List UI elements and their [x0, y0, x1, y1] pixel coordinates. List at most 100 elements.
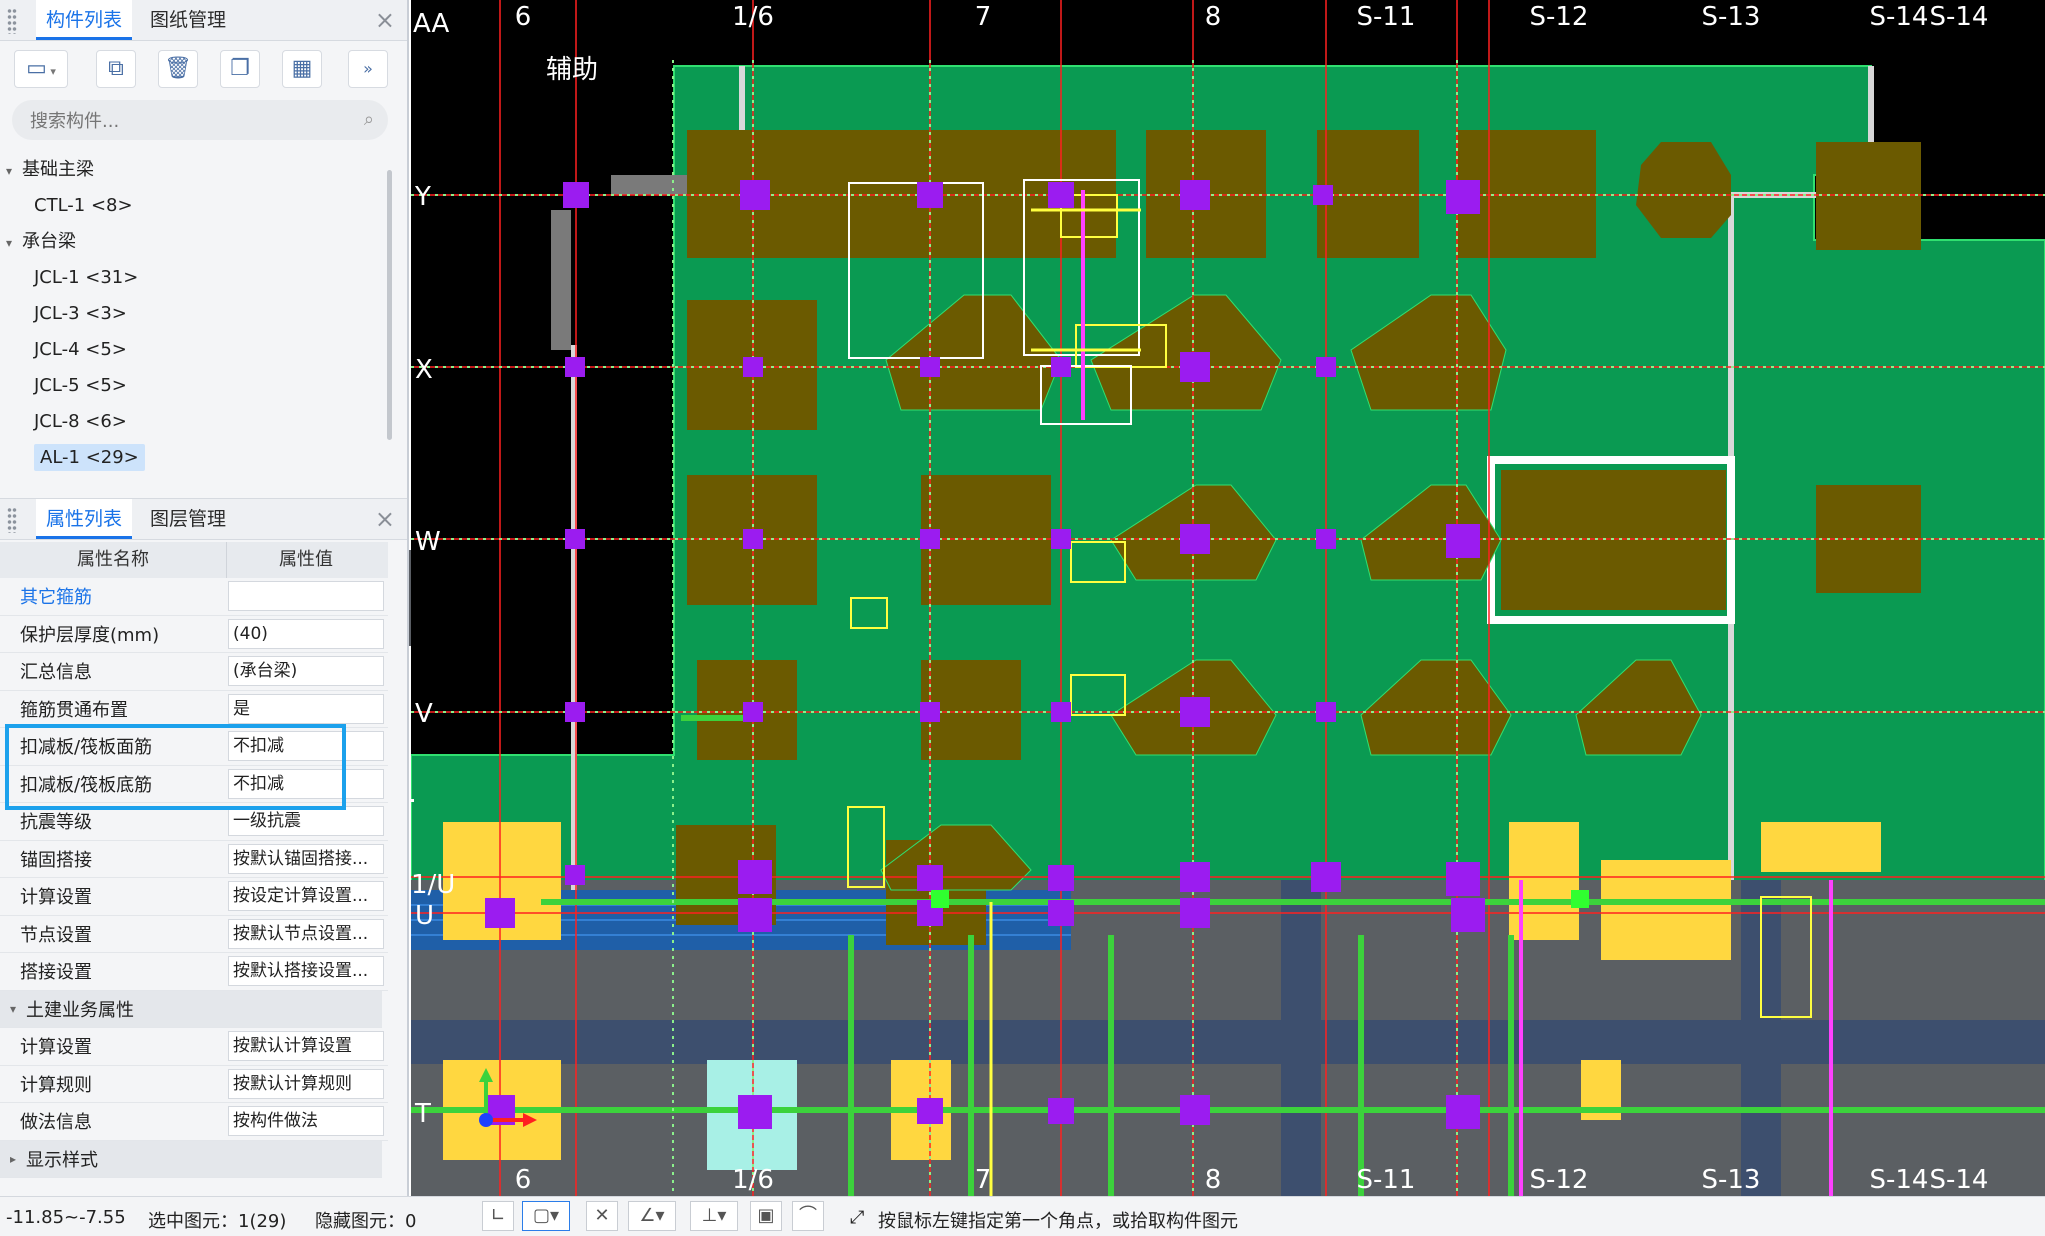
node-marker — [931, 890, 949, 908]
property-group-display[interactable]: ▸ 显示样式 — [0, 1140, 382, 1178]
tree-item[interactable]: JCL-1 <31> — [0, 260, 390, 296]
more-button[interactable]: » — [348, 50, 388, 88]
property-row[interactable]: 节点设置 按默认节点设置... — [0, 916, 388, 953]
property-name: 锚固搭接 — [20, 849, 92, 871]
property-row[interactable]: 汇总信息 (承台梁) — [0, 653, 388, 691]
tree-scrollbar[interactable] — [387, 170, 392, 440]
tab-component-list[interactable]: 构件列表 — [36, 0, 133, 40]
property-row[interactable]: 计算设置 按设定计算设置... — [0, 878, 388, 916]
cad-canvas[interactable]: 6 1/6 7 8 S-11 S-12 S-13 S-14 S-14 6 1/6… — [411, 0, 2045, 1196]
caret-down-icon[interactable]: ▾ — [10, 1002, 16, 1016]
property-value[interactable]: 按默认节点设置... — [228, 918, 384, 949]
property-value[interactable]: 按默认搭接设置... — [228, 956, 384, 987]
duplicate-button[interactable]: ❐ — [220, 50, 260, 88]
angle-snap-icon[interactable]: ∠▾ — [628, 1201, 676, 1231]
property-table-header: 属性名称 属性值 — [0, 542, 388, 578]
display-toggle-icon[interactable]: ▣ — [750, 1201, 782, 1231]
axis-label-side: V — [415, 699, 433, 729]
copy-button[interactable]: ⧉ — [96, 50, 136, 88]
delete-button[interactable]: 🗑 — [158, 50, 198, 88]
property-value[interactable]: 按默认锚固搭接... — [228, 843, 384, 874]
property-row[interactable]: 保护层厚度(mm) (40) — [0, 616, 388, 653]
search-input[interactable] — [28, 100, 352, 142]
top-axis-labels: 6 1/6 7 8 S-11 S-12 S-13 S-14 S-14 — [515, 2, 1989, 32]
property-row[interactable]: 计算设置 按默认计算设置 — [0, 1028, 388, 1066]
select-mode-icon[interactable]: ▢▾ — [522, 1201, 570, 1231]
tree-item[interactable]: JCL-8 <6> — [0, 404, 390, 440]
property-value[interactable]: (承台梁) — [228, 656, 384, 687]
property-name: 计算规则 — [20, 1074, 92, 1096]
header-value: 属性值 — [226, 542, 385, 578]
property-name: 其它箍筋 — [20, 587, 92, 609]
property-name: 抗震等级 — [20, 812, 92, 834]
ortho-toggle-icon[interactable]: ∟ — [482, 1201, 514, 1231]
caret-right-icon[interactable]: ▸ — [10, 1152, 16, 1166]
tab-drawing-management[interactable]: 图纸管理 — [140, 0, 236, 40]
cross-select-icon[interactable]: ✕ — [586, 1201, 618, 1231]
component-tabbar: 构件列表 图纸管理 × — [0, 0, 407, 41]
drag-grip-icon[interactable] — [7, 8, 17, 34]
layer-copy-button[interactable]: ▦ — [282, 50, 322, 88]
offset-snap-icon[interactable]: ⊥▾ — [690, 1201, 738, 1231]
axis-label-bottom: 7 — [975, 1165, 992, 1195]
cad-drawing[interactable]: 6 1/6 7 8 S-11 S-12 S-13 S-14 S-14 6 1/6… — [411, 0, 2045, 1196]
axis-label-bottom: 1/6 — [732, 1165, 774, 1195]
component-tree: ▾ 基础主梁 CTL-1 <8> ▾ 承台梁 JCL-1 <31> JCL-3 <3… — [0, 152, 390, 476]
node-marker — [1571, 890, 1589, 908]
property-group-civil[interactable]: ▾ 土建业务属性 — [0, 990, 382, 1028]
property-value[interactable]: 按构件做法 — [228, 1106, 384, 1137]
property-row[interactable]: 做法信息 按构件做法 — [0, 1103, 388, 1141]
property-value[interactable]: (40) — [228, 618, 384, 649]
property-value[interactable]: 一级抗震 — [228, 806, 384, 837]
arc-tool-icon[interactable]: ⌒ — [792, 1201, 824, 1231]
tree-item[interactable]: CTL-1 <8> — [0, 188, 390, 224]
tree-item[interactable]: JCL-5 <5> — [0, 368, 390, 404]
property-row[interactable]: 其它箍筋 — [0, 578, 388, 616]
property-row[interactable]: 计算规则 按默认计算规则 — [0, 1066, 388, 1103]
header-name: 属性名称 — [77, 549, 149, 570]
property-name: 汇总信息 — [20, 662, 92, 684]
axis-label-bottom: S-11 — [1357, 1165, 1416, 1195]
property-row[interactable]: 锚固搭接 按默认锚固搭接... — [0, 841, 388, 878]
lower-beam-band — [411, 1020, 2045, 1064]
axis-label-bottom: 6 — [515, 1165, 532, 1195]
property-name: 箍筋贯通布置 — [20, 699, 128, 721]
tree-item-selected[interactable]: AL-1 <29> — [0, 440, 390, 476]
close-icon[interactable]: × — [375, 505, 395, 533]
highlight-box — [5, 724, 346, 810]
new-component-button[interactable]: ▭ ▾ — [14, 50, 68, 88]
axis-label-side: AA — [413, 9, 450, 39]
axis-label-top: 7 — [975, 2, 992, 32]
status-bar: -11.85~-7.55 选中图元：1(29) 隐藏图元：0 ∟ ▢▾ ✕ ∠▾… — [0, 1196, 2045, 1236]
property-row[interactable]: 搭接设置 按默认搭接设置... — [0, 953, 388, 991]
coordinate-readout: -11.85~-7.55 — [6, 1207, 126, 1228]
tab-layer-management[interactable]: 图层管理 — [140, 499, 236, 539]
property-value[interactable]: 是 — [228, 693, 384, 724]
tab-property-list[interactable]: 属性列表 — [36, 499, 133, 539]
axis-label-bottom: S-14 — [1930, 1165, 1989, 1195]
search-icon[interactable]: ⌕ — [364, 109, 374, 130]
axis-label-bottom: 8 — [1205, 1165, 1222, 1195]
hidden-count: 隐藏图元：0 — [315, 1211, 417, 1232]
axis-label-bottom: S-13 — [1702, 1165, 1761, 1195]
tree-group-cap-beam[interactable]: ▾ 承台梁 — [0, 224, 390, 260]
property-value[interactable]: 按默认计算设置 — [228, 1031, 384, 1062]
property-value[interactable]: 按默认计算规则 — [228, 1068, 384, 1099]
aux-label: 辅助 — [546, 55, 598, 85]
property-value[interactable]: 按设定计算设置... — [228, 881, 384, 912]
axis-label-top: S-13 — [1702, 2, 1761, 32]
property-tabbar: 属性列表 图层管理 × — [0, 498, 407, 540]
axis-label-top: S-12 — [1530, 2, 1589, 32]
axis-label-top: S-14 — [1930, 2, 1989, 32]
property-value[interactable] — [228, 581, 384, 612]
expand-icon: ⤢ — [850, 1207, 865, 1228]
caret-down-icon[interactable]: ▾ — [6, 225, 22, 261]
caret-down-icon[interactable]: ▾ — [6, 153, 22, 189]
lock-icon[interactable] — [7, 507, 17, 533]
property-name: 计算设置 — [20, 887, 92, 909]
tree-item[interactable]: JCL-3 <3> — [0, 296, 390, 332]
close-icon[interactable]: × — [375, 6, 395, 34]
property-row[interactable]: 箍筋贯通布置 是 — [0, 691, 388, 728]
tree-item[interactable]: JCL-4 <5> — [0, 332, 390, 368]
tree-group-foundation-main-beam[interactable]: ▾ 基础主梁 — [0, 152, 390, 188]
